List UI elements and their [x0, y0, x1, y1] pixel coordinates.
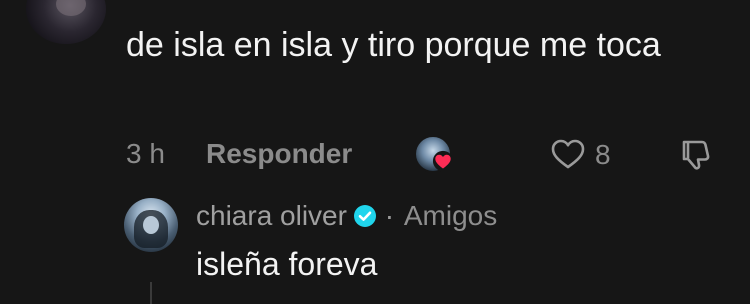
heart-outline-icon: [551, 139, 585, 169]
reply-user-avatar[interactable]: [124, 198, 178, 252]
commenter-avatar[interactable]: [26, 0, 106, 44]
red-heart-icon: [432, 150, 454, 172]
avatar-image-detail: [143, 216, 159, 234]
reply-header: chiara oliver · Amigos: [196, 200, 497, 236]
creator-liked-badge: [414, 135, 456, 175]
comment-timestamp: 3 h: [126, 138, 165, 169]
like-count: 8: [595, 139, 611, 170]
comment-actions-row: 3 h Responder 8: [126, 135, 726, 175]
avatar-image-detail: [56, 0, 86, 16]
thumbs-down-icon[interactable]: [678, 138, 716, 172]
verified-badge-icon: [353, 205, 376, 227]
reply-button[interactable]: Responder: [206, 138, 352, 170]
comment-text: de isla en isla y tiro porque me toca: [126, 26, 661, 64]
header-separator: ·: [384, 200, 395, 231]
thread-connector-line: [150, 282, 152, 304]
reply-username[interactable]: chiara oliver: [196, 200, 347, 231]
reply-text: isleña foreva: [196, 246, 378, 282]
relationship-label: Amigos: [403, 200, 498, 231]
